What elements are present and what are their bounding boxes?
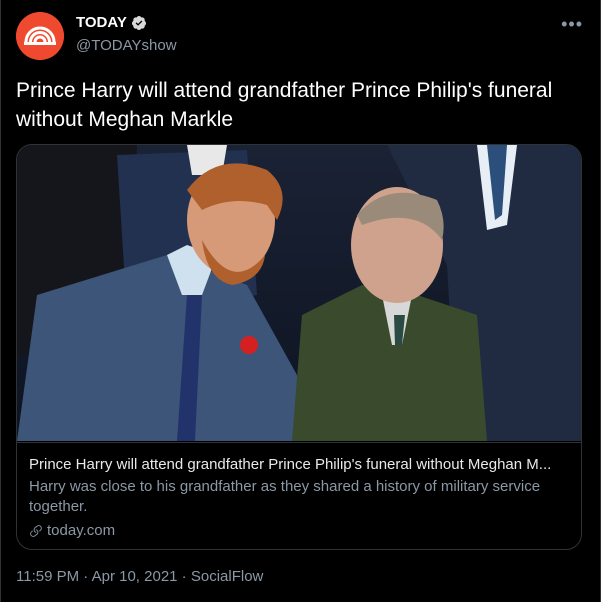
tweet-time[interactable]: 11:59 PM <box>16 568 79 585</box>
today-logo-icon <box>16 12 64 60</box>
card-description: Harry was close to his grandfather as th… <box>29 478 541 515</box>
account-name-text[interactable]: TODAY <box>76 14 127 31</box>
link-icon <box>30 525 42 537</box>
card-photo-icon[interactable] <box>17 145 582 441</box>
verified-badge-icon <box>131 15 146 30</box>
tweet-date[interactable]: Apr 10, 2021 <box>92 568 178 585</box>
card-title[interactable]: Prince Harry will attend grandfather Pri… <box>29 455 571 475</box>
card-body: Prince Harry will attend grandfather Pri… <box>17 442 581 549</box>
more-icon[interactable]: ••• <box>561 14 583 35</box>
card-domain[interactable]: today.com <box>29 521 571 541</box>
account-handle[interactable]: @TODAYshow <box>76 37 177 54</box>
tweet-text: Prince Harry will attend grandfather Pri… <box>16 79 553 131</box>
link-card[interactable]: Prince Harry will attend grandfather Pri… <box>16 144 582 550</box>
account-name[interactable]: TODAY <box>76 14 147 31</box>
meta-separator-2: · <box>177 568 191 585</box>
tweet-source[interactable]: SocialFlow <box>191 568 264 585</box>
card-domain-text[interactable]: today.com <box>47 521 115 541</box>
meta-separator: · <box>79 568 92 585</box>
tweet-meta: 11:59 PM · Apr 10, 2021 · SocialFlow <box>16 568 263 585</box>
avatar[interactable] <box>16 12 64 60</box>
